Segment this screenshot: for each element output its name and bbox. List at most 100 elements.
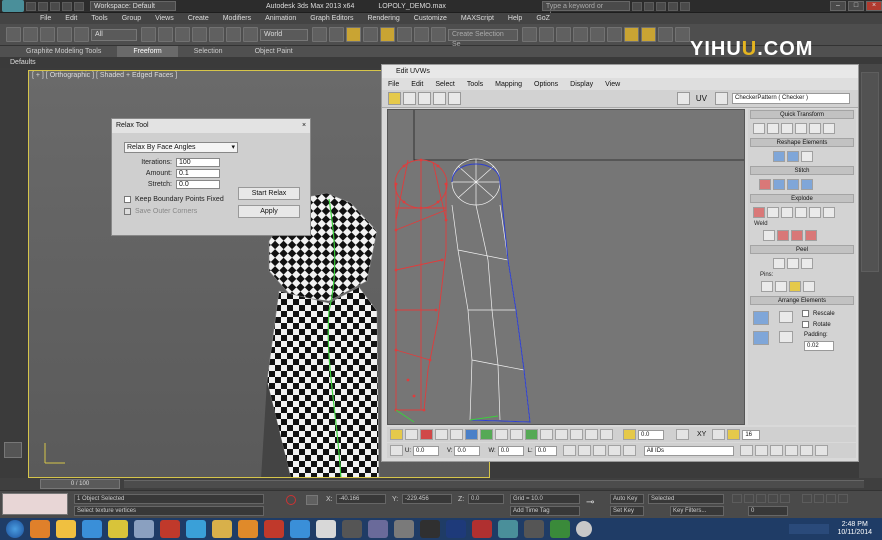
help-icon[interactable]	[679, 1, 690, 11]
set-pivot-icon[interactable]	[753, 123, 765, 134]
filter-selected-faces-icon[interactable]	[622, 445, 636, 456]
unlink-icon[interactable]	[57, 27, 72, 42]
rotate-icon[interactable]	[403, 92, 416, 105]
pin-icon[interactable]	[761, 281, 773, 292]
amount-field[interactable]: 0.1	[176, 169, 220, 178]
menu-edit[interactable]: Edit	[65, 15, 77, 22]
previous-frame-icon[interactable]	[744, 494, 754, 503]
select-manipulate-icon[interactable]	[329, 27, 344, 42]
flatten-by-material-icon[interactable]	[809, 207, 821, 218]
weld-settings-icon[interactable]	[805, 230, 817, 241]
freeze-icon[interactable]	[607, 445, 621, 456]
w-field[interactable]: 0.0	[497, 445, 524, 456]
time-slider[interactable]: 0 / 100	[40, 479, 120, 489]
show-hidden-edges-icon[interactable]	[577, 445, 591, 456]
select-by-name-icon[interactable]	[158, 27, 173, 42]
start-relax-button[interactable]: Start Relax	[238, 187, 300, 200]
filezilla-icon[interactable]	[160, 520, 180, 538]
maximize-button[interactable]: □	[848, 1, 864, 11]
zoom-all-icon[interactable]	[814, 494, 824, 503]
shrink-loop-icon[interactable]	[510, 429, 523, 440]
grow-ring-icon[interactable]	[540, 429, 553, 440]
search-icon[interactable]	[631, 1, 642, 11]
reset-peel-icon[interactable]	[801, 258, 813, 269]
edge-select-icon[interactable]	[405, 429, 418, 440]
keyboard-shortcut-icon[interactable]	[346, 27, 361, 42]
named-selection-dropdown[interactable]: Create Selection Se	[448, 28, 518, 48]
uvw-menu-file[interactable]: File	[388, 81, 399, 88]
uvw-menu-display[interactable]: Display	[570, 81, 593, 88]
app-logo[interactable]	[2, 0, 24, 12]
pack-normalize-icon[interactable]	[753, 311, 769, 325]
lock-selection-icon[interactable]	[562, 445, 576, 456]
pack-together-icon[interactable]	[753, 331, 769, 345]
workspace-dropdown[interactable]: Workspace: Default	[90, 1, 176, 11]
z-coord-field[interactable]: 0.0	[468, 494, 504, 504]
zoom-region-icon[interactable]	[769, 445, 783, 456]
pack-custom-icon[interactable]	[779, 311, 793, 323]
snaps-toggle-icon[interactable]	[363, 27, 378, 42]
uvw-menu-view[interactable]: View	[605, 81, 620, 88]
start-button-icon[interactable]	[6, 520, 24, 538]
u-field[interactable]: 0.0	[413, 445, 439, 456]
tab-freeform[interactable]: Freeform	[117, 46, 178, 57]
settings-icon[interactable]	[394, 520, 414, 538]
set-key-button[interactable]: Set Key	[610, 506, 644, 516]
polygon-select-icon[interactable]	[420, 429, 433, 440]
subscription-icon[interactable]	[643, 1, 654, 11]
relax-dialog-titlebar[interactable]: Relax Tool ×	[112, 119, 310, 133]
uvw-titlebar[interactable]: Edit UVWs	[382, 65, 858, 78]
flatten-by-polygon-icon[interactable]	[781, 207, 793, 218]
checker-pattern-dropdown[interactable]: CheckerPattern ( Checker )	[732, 93, 850, 104]
communication-icon[interactable]	[655, 1, 666, 11]
stitch-heading[interactable]: Stitch	[750, 166, 854, 175]
tab-graphite-modeling[interactable]: Graphite Modeling Tools	[10, 46, 117, 57]
menu-tools[interactable]: Tools	[91, 15, 107, 22]
mirror-icon[interactable]	[448, 92, 461, 105]
stitch-average-icon[interactable]	[787, 179, 799, 190]
script-icon[interactable]	[342, 520, 362, 538]
show-map-icon[interactable]	[676, 92, 690, 105]
pan-icon[interactable]	[739, 445, 753, 456]
absolute-mode-icon[interactable]	[306, 495, 318, 505]
current-frame-field[interactable]: 0	[748, 506, 788, 516]
uvw-menu-options[interactable]: Options	[534, 81, 558, 88]
go-to-end-icon[interactable]	[780, 494, 790, 503]
uvw-menu-mapping[interactable]: Mapping	[495, 81, 522, 88]
uvw-menu-edit[interactable]: Edit	[411, 81, 423, 88]
next-frame-icon[interactable]	[768, 494, 778, 503]
mirror-icon[interactable]	[522, 27, 537, 42]
folder-icon[interactable]	[212, 520, 232, 538]
link-icon[interactable]	[40, 27, 55, 42]
menu-goz[interactable]: GoZ	[536, 15, 550, 22]
select-scale-icon[interactable]	[243, 27, 258, 42]
tool-icon[interactable]	[264, 520, 284, 538]
scale-icon[interactable]	[418, 92, 431, 105]
pivot-center-icon[interactable]	[312, 27, 327, 42]
command-panel[interactable]	[859, 64, 882, 478]
soft-select-icon[interactable]	[623, 429, 636, 440]
greenscreen-icon[interactable]	[550, 520, 570, 538]
stitch-source-icon[interactable]	[759, 179, 771, 190]
menu-animation[interactable]: Animation	[265, 15, 296, 22]
chrome-icon[interactable]	[108, 520, 128, 538]
menu-modifiers[interactable]: Modifiers	[223, 15, 251, 22]
paint-select-icon[interactable]	[570, 429, 583, 440]
rescale-elements-icon[interactable]	[779, 331, 793, 343]
absolute-mode-icon[interactable]	[390, 445, 403, 456]
enlarge-brush-icon[interactable]	[585, 429, 598, 440]
clock[interactable]: 2:48 PM 10/11/2014	[837, 521, 872, 537]
zbrush-icon[interactable]	[420, 520, 440, 538]
select-pinned-icon[interactable]	[803, 281, 815, 292]
add-time-tag[interactable]: Add Time Tag	[510, 506, 580, 516]
select-move-icon[interactable]	[209, 27, 224, 42]
tab-object-paint[interactable]: Object Paint	[239, 46, 309, 57]
window-crossing-icon[interactable]	[192, 27, 207, 42]
zoom-field[interactable]: 16	[742, 429, 761, 440]
zoom-icon[interactable]	[802, 494, 812, 503]
layer-manager-icon[interactable]	[556, 27, 571, 42]
3dsmax-taskbar-icon[interactable]	[498, 520, 518, 538]
key-icon[interactable]: ⊸	[586, 497, 594, 508]
relax-method-dropdown[interactable]: Relax By Face Angles ▾	[124, 142, 238, 153]
viewcube-home-icon[interactable]	[4, 442, 22, 458]
